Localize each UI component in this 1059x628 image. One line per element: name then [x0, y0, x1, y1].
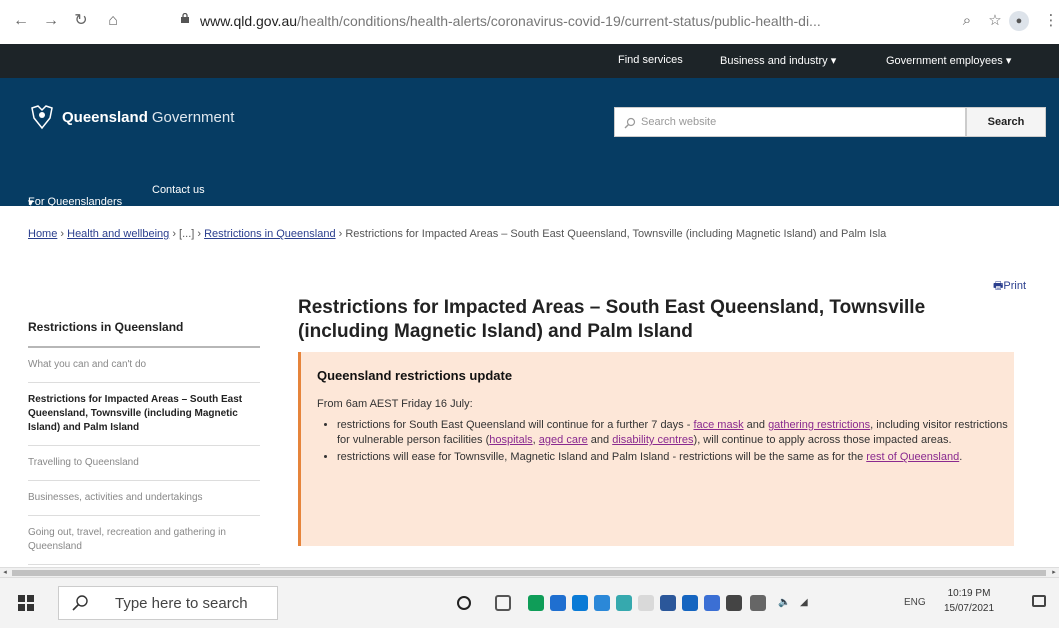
- mail-icon[interactable]: [550, 595, 566, 611]
- sidebar-item-going-out[interactable]: Going out, travel, recreation and gather…: [28, 516, 260, 565]
- list-item: restrictions for South East Queensland w…: [337, 418, 1017, 448]
- text: restrictions will ease for Townsville, M…: [337, 451, 867, 463]
- disability-centres-link[interactable]: disability centres: [612, 434, 693, 446]
- forward-icon[interactable]: →: [40, 10, 62, 32]
- breadcrumb-restrictions[interactable]: Restrictions in Queensland: [204, 228, 335, 240]
- notification-icon[interactable]: [1032, 595, 1046, 607]
- clock-date: 15/07/2021: [943, 603, 995, 614]
- government-employees-label: Government employees: [886, 55, 1003, 67]
- caret-down-icon: ▾: [28, 197, 34, 209]
- logo-light-text: Government: [151, 108, 235, 126]
- sidebar-item-travelling[interactable]: Travelling to Queensland: [28, 446, 260, 481]
- print-label: Print: [1003, 280, 1027, 292]
- logo-bold-text: Queensland: [62, 108, 148, 126]
- language-indicator[interactable]: ENG: [904, 597, 926, 608]
- gathering-restrictions-link[interactable]: gathering restrictions: [768, 419, 870, 431]
- utility-bar: Find services Business and industry ▾ Go…: [0, 44, 1059, 78]
- search-icon: [624, 117, 636, 129]
- sidebar-item-impacted-areas[interactable]: Restrictions for Impacted Areas – South …: [28, 383, 260, 446]
- hospitals-link[interactable]: hospitals: [489, 434, 532, 446]
- page-title: Restrictions for Impacted Areas – South …: [298, 297, 926, 342]
- battery-icon: [750, 595, 766, 611]
- business-industry-menu[interactable]: Business and industry ▾: [720, 54, 836, 67]
- file-icon[interactable]: [638, 595, 654, 611]
- breadcrumb-health[interactable]: Health and wellbeing: [67, 228, 169, 240]
- text: restrictions for South East Queensland w…: [337, 419, 694, 431]
- word-icon[interactable]: [660, 595, 676, 611]
- star-icon[interactable]: ☆: [984, 10, 1006, 32]
- text: ), will continue to apply across those i…: [693, 434, 952, 446]
- alert-date-text: From 6am AEST Friday 16 July:: [317, 398, 473, 410]
- for-queenslanders-label: For Queenslanders: [28, 196, 123, 208]
- site-header: Queensland Government Search website Sea…: [0, 78, 1059, 172]
- shield-icon[interactable]: [682, 595, 698, 611]
- search-placeholder: Search website: [641, 116, 717, 128]
- home-icon[interactable]: ⌂: [102, 10, 124, 32]
- primary-nav: For Queenslanders ▾ Contact us: [0, 172, 1059, 209]
- search-input[interactable]: Search website: [614, 107, 966, 137]
- media-icon[interactable]: [726, 595, 742, 611]
- sidebar-item-what-you-can-do[interactable]: What you can and can't do: [28, 348, 260, 383]
- clock-time: 10:19 PM: [947, 588, 991, 599]
- sidebar-nav: Restrictions in Queensland What you can …: [28, 308, 260, 565]
- print-link[interactable]: 🖶Print: [993, 277, 1026, 296]
- lock-icon[interactable]: [180, 13, 190, 23]
- rest-of-queensland-link[interactable]: rest of Queensland: [866, 451, 959, 463]
- text: and: [587, 434, 613, 446]
- sidebar-heading[interactable]: Restrictions in Queensland: [28, 308, 260, 348]
- taskbar-search[interactable]: Type here to search: [58, 586, 278, 620]
- address-bar[interactable]: www.qld.gov.au/health/conditions/health-…: [200, 8, 840, 34]
- aged-care-link[interactable]: aged care: [539, 434, 588, 446]
- search-icon: [72, 595, 88, 611]
- alert-title: Queensland restrictions update: [317, 368, 513, 383]
- edge-icon[interactable]: [572, 595, 588, 611]
- zoom-icon[interactable]: ⌕: [956, 10, 978, 32]
- volume-icon[interactable]: 🔈: [778, 597, 790, 608]
- coat-of-arms-icon: [31, 105, 53, 130]
- caret-down-icon: ▾: [1005, 55, 1012, 67]
- network-icon[interactable]: ◢: [800, 597, 808, 608]
- restrictions-alert: Queensland restrictions update From 6am …: [298, 352, 1014, 546]
- url-host: www.qld.gov.au: [200, 13, 298, 29]
- profile-avatar-icon[interactable]: ●: [1009, 11, 1029, 31]
- printer-icon: 🖶: [993, 280, 1004, 292]
- find-services-link[interactable]: Find services: [618, 54, 683, 66]
- breadcrumb-current: Restrictions for Impacted Areas – South …: [345, 228, 887, 240]
- cortana-icon[interactable]: [456, 595, 472, 611]
- back-icon[interactable]: ←: [10, 10, 32, 32]
- browser-toolbar: ← → ↻ ⌂ www.qld.gov.au/health/conditions…: [0, 0, 1059, 45]
- search-button[interactable]: Search: [966, 107, 1046, 137]
- menu-icon[interactable]: ⋮: [1040, 10, 1059, 32]
- government-employees-menu[interactable]: Government employees ▾: [886, 54, 1011, 67]
- breadcrumb: Home › Health and wellbeing › [...] › Re…: [28, 228, 887, 240]
- taskbar-search-placeholder: Type here to search: [115, 595, 248, 612]
- text: .: [959, 451, 963, 463]
- caret-down-icon: ▾: [830, 55, 837, 67]
- onedrive-icon[interactable]: [594, 595, 610, 611]
- teams-icon[interactable]: [704, 595, 720, 611]
- sidebar-item-businesses[interactable]: Businesses, activities and undertakings: [28, 481, 260, 516]
- list-item: restrictions will ease for Townsville, M…: [337, 450, 1017, 465]
- windows-start-icon[interactable]: [18, 595, 34, 611]
- business-industry-label: Business and industry: [720, 55, 828, 67]
- breadcrumb-ellipsis[interactable]: [...]: [179, 228, 194, 240]
- clock[interactable]: 10:19 PM 15/07/2021: [940, 586, 998, 616]
- qld-logo[interactable]: Queensland Government: [28, 102, 234, 132]
- taskbar: Type here to search 🔈 ◢ ENG 10:19 PM 15/…: [0, 577, 1059, 628]
- text: and: [743, 419, 769, 431]
- breadcrumb-home[interactable]: Home: [28, 228, 57, 240]
- url-path: /health/conditions/health-alerts/coronav…: [297, 13, 821, 29]
- scrollbar-thumb[interactable]: [12, 570, 1046, 576]
- face-mask-link[interactable]: face mask: [693, 419, 743, 431]
- chrome-icon[interactable]: [528, 595, 544, 611]
- task-view-icon[interactable]: [495, 595, 511, 611]
- contact-us-link[interactable]: Contact us: [152, 184, 205, 196]
- app-icon[interactable]: [616, 595, 632, 611]
- alert-list: restrictions for South East Queensland w…: [319, 418, 1017, 467]
- reload-icon[interactable]: ↻: [70, 10, 92, 32]
